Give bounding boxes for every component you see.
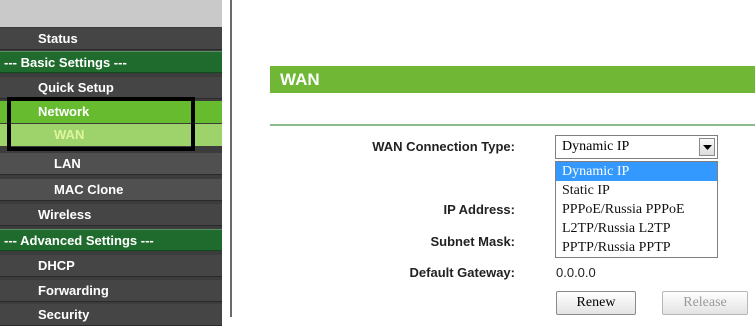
sidebar-top-bar: [0, 0, 222, 27]
option-dynamic-ip[interactable]: Dynamic IP: [556, 162, 717, 181]
wan-connection-type-label: WAN Connection Type:: [372, 139, 515, 154]
option-pptp[interactable]: PPTP/Russia PPTP: [556, 238, 717, 257]
page-title: WAN: [280, 70, 320, 89]
page-header-bar: WAN: [270, 66, 755, 93]
sidebar-item-lan[interactable]: LAN: [0, 153, 222, 175]
frame-divider: [230, 0, 232, 317]
sidebar-item-wan[interactable]: WAN: [0, 124, 222, 146]
header-rule: [270, 124, 755, 126]
default-gateway-label: Default Gateway:: [409, 265, 515, 280]
option-static-ip[interactable]: Static IP: [556, 181, 717, 200]
sidebar-item-dhcp[interactable]: DHCP: [0, 255, 222, 277]
renew-button[interactable]: Renew: [556, 291, 636, 315]
sidebar-menu: Status --- Basic Settings --- Quick Setu…: [0, 0, 222, 326]
sidebar-item-mac-clone[interactable]: MAC Clone: [0, 179, 222, 201]
subnet-mask-label: Subnet Mask:: [430, 234, 515, 249]
default-gateway-value: 0.0.0.0: [556, 265, 596, 280]
sidebar-item-status[interactable]: Status: [0, 28, 222, 50]
sidebar-item-security[interactable]: Security: [0, 304, 222, 326]
sidebar-section-basic-settings[interactable]: --- Basic Settings ---: [0, 51, 222, 73]
sidebar-item-network[interactable]: Network: [0, 101, 222, 123]
ip-address-label: IP Address:: [443, 202, 515, 217]
option-pppoe[interactable]: PPPoE/Russia PPPoE: [556, 200, 717, 219]
wan-connection-type-select[interactable]: Dynamic IP: [555, 135, 718, 159]
sidebar-section-advanced-settings[interactable]: --- Advanced Settings ---: [0, 229, 222, 251]
wan-connection-type-dropdown: Dynamic IP Static IP PPPoE/Russia PPPoE …: [555, 161, 718, 258]
sidebar-item-wireless[interactable]: Wireless: [0, 204, 222, 226]
sidebar-item-forwarding[interactable]: Forwarding: [0, 280, 222, 302]
option-l2tp[interactable]: L2TP/Russia L2TP: [556, 219, 717, 238]
wan-connection-type-value: Dynamic IP: [562, 139, 630, 154]
sidebar-item-quick-setup[interactable]: Quick Setup: [0, 77, 222, 99]
release-button[interactable]: Release: [662, 291, 748, 315]
chevron-down-icon[interactable]: [699, 138, 715, 156]
